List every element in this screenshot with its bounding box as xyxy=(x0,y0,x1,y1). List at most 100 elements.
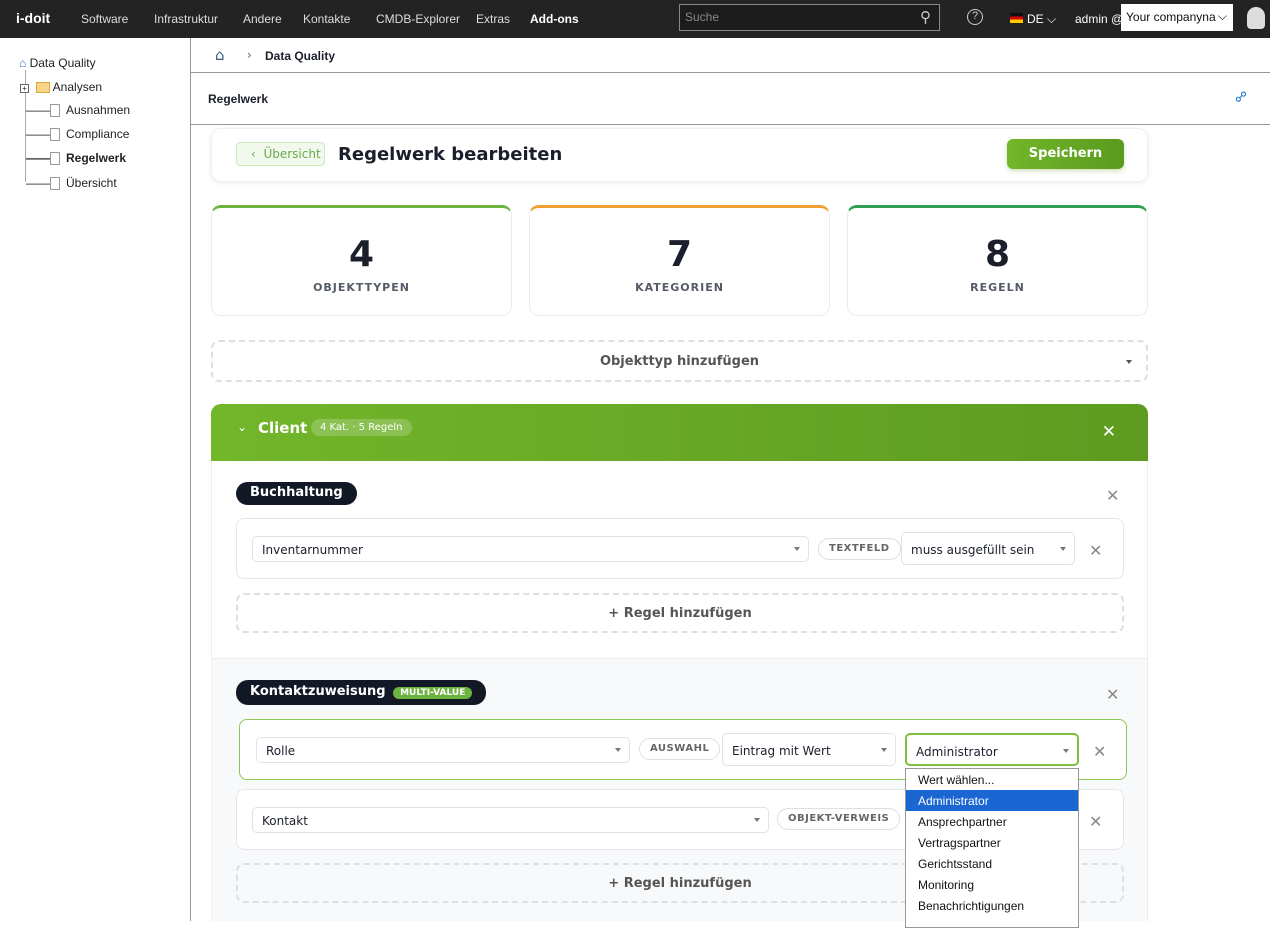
object-type-header-client[interactable]: ⌄ Client 4 Kat. · 5 Regeln ✕ xyxy=(211,404,1148,461)
user-avatar-icon[interactable] xyxy=(1247,7,1265,29)
tenant-select[interactable]: Your companyna⌵ xyxy=(1121,4,1233,31)
nav-add-ons[interactable]: Add-ons xyxy=(530,12,579,26)
field-select[interactable]: Rolle xyxy=(256,737,630,763)
expand-icon[interactable]: + xyxy=(20,84,29,93)
nav-kontakte[interactable]: Kontakte xyxy=(303,12,350,26)
language-select[interactable]: DE ⌵ xyxy=(1027,12,1056,27)
dropdown-option[interactable]: Vertragspartner xyxy=(906,832,1078,853)
dropdown-option-selected[interactable]: Administrator xyxy=(906,790,1078,811)
nav-andere[interactable]: Andere xyxy=(243,12,282,26)
nav-software[interactable]: Software xyxy=(81,12,128,26)
field-value: Kontakt xyxy=(262,814,308,828)
caret-down-icon xyxy=(881,748,887,752)
add-rule-button[interactable]: + Regel hinzufügen xyxy=(236,593,1124,633)
back-label: Übersicht xyxy=(263,147,320,161)
remove-object-type-icon[interactable]: ✕ xyxy=(1102,422,1116,442)
tree-item-ausnahmen[interactable]: ——Ausnahmen xyxy=(26,103,130,117)
tree-item-uebersicht[interactable]: ——Übersicht xyxy=(26,176,117,190)
remove-rule-icon[interactable]: ✕ xyxy=(1093,742,1106,761)
caret-down-icon xyxy=(1126,360,1132,364)
logo[interactable]: i-doit xyxy=(16,10,50,26)
field-value: Inventarnummer xyxy=(262,543,363,557)
value-selected: Administrator xyxy=(916,745,998,759)
tree-item-label: Analysen xyxy=(53,80,102,94)
collapse-chevron-icon[interactable]: ⌄ xyxy=(237,420,247,434)
field-select[interactable]: Kontakt xyxy=(252,807,769,833)
field-select[interactable]: Inventarnummer xyxy=(252,536,809,562)
category-name: Buchhaltung xyxy=(236,482,357,505)
stat-value: 8 xyxy=(848,234,1147,275)
nav-cmdb-explorer[interactable]: CMDB-Explorer xyxy=(376,12,460,26)
link-icon[interactable]: ⚯ xyxy=(1231,86,1253,108)
page-icon xyxy=(50,104,60,117)
dropdown-option[interactable]: Gerichtsstand xyxy=(906,853,1078,874)
tree-root-label: Data Quality xyxy=(30,56,96,70)
condition-select[interactable]: Eintrag mit Wert xyxy=(722,733,896,766)
page-titlebar: Regelwerk ⚯ xyxy=(191,73,1270,125)
user-label: admin @ xyxy=(1075,12,1123,26)
caret-down-icon xyxy=(1060,547,1066,551)
search-placeholder: Suche xyxy=(685,10,719,24)
add-object-type-select[interactable]: Objekttyp hinzufügen xyxy=(211,340,1148,382)
stat-label: OBJEKTTYPEN xyxy=(212,281,511,294)
editor-title: Regelwerk bearbeiten xyxy=(338,144,562,165)
tree-item-regelwerk[interactable]: ——Regelwerk xyxy=(26,151,126,165)
breadcrumb-current: Data Quality xyxy=(265,49,335,63)
stat-value: 7 xyxy=(530,234,829,275)
caret-down-icon xyxy=(754,818,760,822)
remove-rule-icon[interactable]: ✕ xyxy=(1089,812,1102,831)
dropdown-option[interactable]: Wert wählen... xyxy=(906,769,1078,790)
nav-infrastruktur[interactable]: Infrastruktur xyxy=(154,12,218,26)
dropdown-option[interactable]: Ansprechpartner xyxy=(906,811,1078,832)
save-button[interactable]: Speichern xyxy=(1007,139,1124,169)
stat-label: KATEGORIEN xyxy=(530,281,829,294)
flag-de-icon[interactable] xyxy=(1010,13,1023,23)
field-type-tag: AUSWAHL xyxy=(639,738,720,760)
caret-down-icon xyxy=(1063,749,1069,753)
sidebar-tree: ⌂ Data Quality + Analysen ——Ausnahmen ——… xyxy=(0,38,191,921)
page-title: Regelwerk xyxy=(208,92,268,106)
stat-label: REGELN xyxy=(848,281,1147,294)
tree-item-compliance[interactable]: ——Compliance xyxy=(26,127,129,141)
home-icon: ⌂ xyxy=(19,56,26,70)
object-type-name: Client xyxy=(258,419,307,437)
language-label: DE xyxy=(1027,12,1044,26)
search-icon[interactable]: ⚲ xyxy=(920,8,931,26)
breadcrumb: ⌂ › Data Quality xyxy=(191,38,1270,73)
help-icon[interactable]: ? xyxy=(967,9,983,25)
dropdown-option[interactable]: Monitoring xyxy=(906,874,1078,895)
tree-item-analysen[interactable]: + Analysen xyxy=(20,80,102,94)
category-name-label: Kontaktzuweisung xyxy=(250,684,386,699)
page-icon xyxy=(50,128,60,141)
search-input[interactable]: Suche ⚲ xyxy=(679,4,940,31)
page-icon xyxy=(50,177,60,190)
value-dropdown-list: Wert wählen... Administrator Ansprechpar… xyxy=(905,768,1079,928)
remove-category-icon[interactable]: ✕ xyxy=(1106,685,1119,704)
field-type-tag: OBJEKT-VERWEIS xyxy=(777,808,900,830)
home-icon[interactable]: ⌂ xyxy=(215,46,225,64)
value-select[interactable]: Administrator xyxy=(905,733,1079,766)
object-type-badge: 4 Kat. · 5 Regeln xyxy=(311,419,412,436)
category-name: Kontaktzuweisung MULTI-VALUE xyxy=(236,680,486,705)
stat-value: 4 xyxy=(212,234,511,275)
back-button[interactable]: ‹ Übersicht xyxy=(236,142,325,166)
add-object-type-label: Objekttyp hinzufügen xyxy=(600,354,759,369)
remove-rule-icon[interactable]: ✕ xyxy=(1089,541,1102,560)
field-value: Rolle xyxy=(266,744,295,758)
multi-value-badge: MULTI-VALUE xyxy=(393,687,472,699)
condition-select[interactable]: muss ausgefüllt sein xyxy=(901,532,1075,565)
field-type-tag: TEXTFELD xyxy=(818,538,901,560)
tree-root[interactable]: ⌂ Data Quality xyxy=(19,56,96,70)
stat-kategorien: 7 KATEGORIEN xyxy=(529,205,830,316)
stat-objekttypen: 4 OBJEKTTYPEN xyxy=(211,205,512,316)
page-icon xyxy=(50,152,60,165)
nav-extras[interactable]: Extras xyxy=(476,12,510,26)
dropdown-option[interactable]: Benachrichtigungen xyxy=(906,895,1078,916)
condition-value: muss ausgefüllt sein xyxy=(911,543,1034,557)
caret-down-icon xyxy=(615,748,621,752)
remove-category-icon[interactable]: ✕ xyxy=(1106,486,1119,505)
top-navbar: i-doit Software Infrastruktur Andere Kon… xyxy=(0,0,1270,38)
tree-item-label: Ausnahmen xyxy=(66,103,130,117)
condition-value: Eintrag mit Wert xyxy=(732,744,831,758)
caret-down-icon xyxy=(794,547,800,551)
